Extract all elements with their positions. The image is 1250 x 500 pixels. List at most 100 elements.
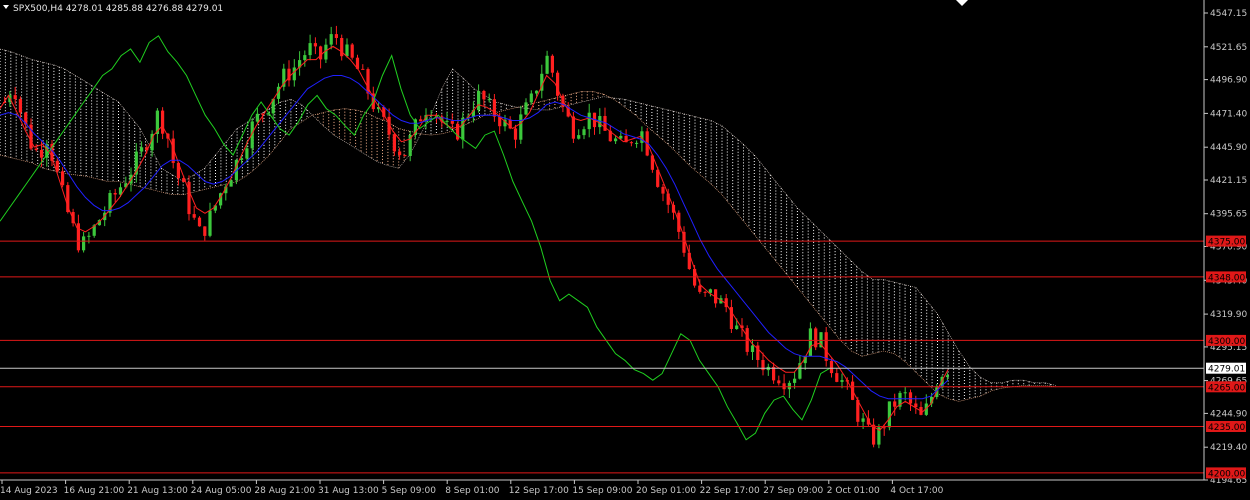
candle-body: [793, 378, 797, 383]
x-tick-label: 5 Sep 09:00: [382, 486, 437, 496]
x-tick-label: 28 Aug 21:00: [254, 486, 315, 496]
candle-body: [535, 90, 539, 94]
candle-body: [903, 392, 907, 394]
candle-body: [492, 99, 496, 117]
candle-body: [777, 380, 781, 384]
x-tick-label: 16 Aug 21:00: [64, 486, 125, 496]
price-chart: 4547.15 4521.65 4496.90 4471.40 4445.90 4421.…: [0, 0, 1247, 496]
candle-body: [34, 148, 38, 150]
plot-background: [0, 0, 1204, 480]
candle-body: [582, 129, 586, 136]
level-label: 4375.00: [1208, 238, 1245, 248]
candle-body: [550, 55, 554, 73]
candle-body: [619, 135, 623, 139]
y-tick-label: 4395.65: [1210, 210, 1247, 220]
candle-body: [824, 332, 828, 361]
candle-body: [519, 114, 523, 140]
candle-body: [197, 217, 202, 227]
candle-body: [76, 223, 80, 251]
candle-body: [735, 325, 739, 329]
y-tick-label: 4421.15: [1210, 176, 1247, 186]
candle-body: [245, 148, 249, 159]
candle-body: [708, 289, 712, 293]
candle-body: [445, 120, 449, 122]
candle-body: [945, 375, 949, 377]
candle-body: [361, 68, 365, 70]
candle-body: [308, 43, 312, 56]
x-tick-label: 12 Sep 17:00: [509, 486, 569, 496]
candle-body: [829, 360, 834, 374]
x-tick-label: 8 Sep 01:00: [445, 486, 500, 496]
candle-body: [82, 236, 86, 251]
candle-body: [524, 102, 528, 115]
level-label: 4265.00: [1208, 383, 1245, 393]
candle-body: [240, 158, 244, 160]
candle-body: [292, 67, 296, 81]
level-label: 4200.00: [1208, 469, 1245, 479]
candle-body: [140, 147, 144, 152]
candle-body: [403, 155, 407, 157]
candle-body: [635, 142, 639, 144]
candle-body: [487, 99, 491, 101]
symbol-info: SPX500,H4 4278.01 4285.88 4276.88 4279.0…: [13, 4, 223, 14]
y-tick-label: 4496.90: [1210, 76, 1247, 86]
candle-body: [882, 427, 886, 429]
x-tick-label: 15 Sep 09:00: [572, 486, 632, 496]
candle-body: [614, 138, 618, 142]
candle-body: [571, 116, 575, 139]
candle-body: [703, 291, 707, 293]
time-axis: 14 Aug 2023 16 Aug 21:00 21 Aug 13:00 24 Au…: [0, 480, 944, 496]
candle-body: [914, 403, 918, 407]
candle-body: [319, 46, 323, 60]
candle-body: [772, 366, 776, 381]
candle-body: [113, 193, 117, 195]
candle-body: [419, 119, 423, 122]
x-tick-label: 21 Aug 13:00: [127, 486, 188, 496]
candle-body: [192, 214, 196, 218]
candle-body: [513, 128, 518, 140]
y-tick-label: 4244.90: [1210, 409, 1247, 419]
y-tick-label: 4471.40: [1210, 109, 1247, 119]
candle-body: [835, 373, 839, 382]
candle-body: [39, 150, 44, 158]
candle-body: [482, 91, 486, 100]
candle-body: [13, 95, 17, 99]
candle-body: [787, 382, 791, 390]
candle-body: [208, 210, 212, 236]
x-tick-label: 14 Aug 2023: [0, 486, 58, 496]
candle-body: [61, 171, 65, 186]
candle-body: [303, 55, 307, 61]
candle-body: [893, 401, 897, 407]
candle-body: [698, 285, 702, 292]
candle-body: [18, 99, 22, 113]
level-label: 4300.00: [1208, 337, 1245, 347]
y-tick-label: 4319.90: [1210, 310, 1247, 320]
candle-body: [161, 110, 165, 134]
y-tick-label: 4445.90: [1210, 143, 1247, 153]
candle-body: [840, 380, 844, 382]
candle-body: [545, 55, 549, 74]
candle-body: [450, 120, 454, 124]
candle-body: [782, 383, 786, 390]
x-tick-label: 20 Sep 01:00: [636, 486, 696, 496]
candle-body: [255, 113, 259, 122]
x-tick-label: 31 Aug 13:00: [318, 486, 379, 496]
candle-body: [350, 44, 354, 58]
candle-body: [661, 186, 665, 194]
x-tick-label: 27 Sep 09:00: [763, 486, 823, 496]
candle-body: [87, 235, 91, 237]
candle-body: [229, 180, 233, 187]
candle-body: [808, 328, 812, 357]
candle-body: [477, 91, 481, 111]
level-label: 4348.00: [1208, 273, 1245, 283]
candle-body: [398, 151, 402, 156]
candle-body: [392, 134, 396, 152]
x-tick-label: 24 Aug 05:00: [191, 486, 252, 496]
candle-body: [587, 112, 591, 130]
x-tick-label: 4 Oct 17:00: [890, 486, 943, 496]
candle-body: [861, 418, 865, 422]
y-tick-label: 4219.40: [1210, 443, 1247, 453]
candle-body: [334, 34, 338, 38]
candle-body: [529, 93, 533, 103]
level-label: 4235.00: [1208, 423, 1245, 433]
